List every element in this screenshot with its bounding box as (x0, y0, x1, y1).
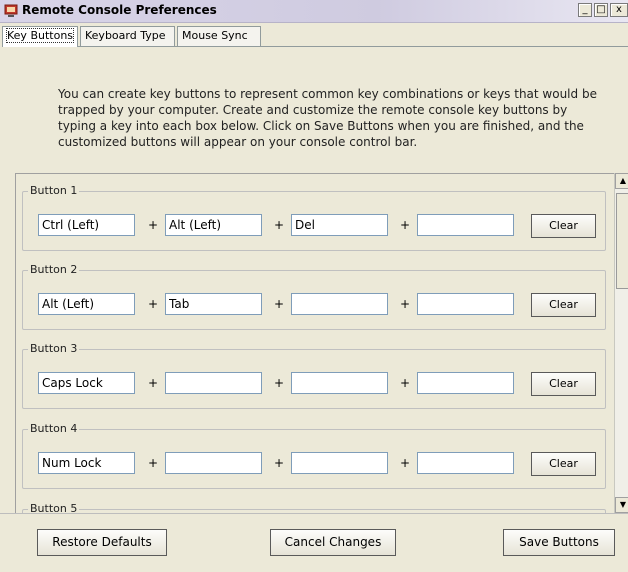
tab-keyboard-type[interactable]: Keyboard Type (80, 26, 175, 46)
app-icon (4, 4, 18, 17)
key-field-4[interactable] (417, 372, 514, 394)
group-label: Button 1 (28, 184, 80, 197)
plus-sign: + (147, 376, 159, 390)
tab-mouse-sync[interactable]: Mouse Sync (177, 26, 261, 46)
maximize-icon: □ (596, 4, 606, 15)
plus-sign: + (273, 297, 285, 311)
tab-label: Key Buttons (5, 28, 75, 43)
title-bar[interactable]: Remote Console Preferences _ □ x (0, 0, 628, 23)
vertical-scrollbar[interactable]: ▲ ▼ (614, 173, 628, 513)
scroll-down-icon[interactable]: ▼ (615, 497, 628, 513)
key-field-4[interactable] (417, 293, 514, 315)
plus-sign: + (147, 456, 159, 470)
restore-defaults-button[interactable]: Restore Defaults (37, 529, 167, 556)
tab-key-buttons[interactable]: Key Buttons (2, 26, 78, 47)
save-buttons-button[interactable]: Save Buttons (503, 529, 615, 556)
clear-button[interactable]: Clear (531, 372, 596, 396)
maximize-button[interactable]: □ (594, 3, 608, 17)
scroll-up-icon[interactable]: ▲ (615, 173, 628, 189)
button-group-3: Button 3 + + + Clear (22, 342, 606, 409)
key-field-1[interactable] (38, 214, 135, 236)
plus-sign: + (147, 218, 159, 232)
close-icon: x (616, 4, 622, 15)
plus-sign: + (147, 297, 159, 311)
key-field-3[interactable] (291, 293, 388, 315)
plus-sign: + (399, 218, 411, 232)
key-field-2[interactable] (165, 214, 262, 236)
button-group-2: Button 2 + + + Clear (22, 263, 606, 330)
cancel-changes-button[interactable]: Cancel Changes (270, 529, 396, 556)
key-field-4[interactable] (417, 214, 514, 236)
clear-button[interactable]: Clear (531, 452, 596, 476)
key-field-3[interactable] (291, 214, 388, 236)
tab-label: Keyboard Type (85, 29, 166, 42)
key-field-1[interactable] (38, 452, 135, 474)
clear-button[interactable]: Clear (531, 214, 596, 238)
preferences-window: Remote Console Preferences _ □ x Key But… (0, 0, 628, 572)
plus-sign: + (399, 376, 411, 390)
window-title: Remote Console Preferences (22, 3, 217, 17)
group-label: Button 2 (28, 263, 80, 276)
plus-sign: + (273, 456, 285, 470)
button-group-4: Button 4 + + + Clear (22, 422, 606, 489)
key-field-1[interactable] (38, 372, 135, 394)
plus-sign: + (273, 218, 285, 232)
key-field-2[interactable] (165, 293, 262, 315)
clear-button[interactable]: Clear (531, 293, 596, 317)
tab-label: Mouse Sync (182, 29, 248, 42)
key-field-3[interactable] (291, 372, 388, 394)
plus-sign: + (273, 376, 285, 390)
minimize-icon: _ (582, 4, 588, 15)
close-button[interactable]: x (610, 3, 628, 17)
key-field-3[interactable] (291, 452, 388, 474)
scroll-thumb[interactable] (616, 193, 628, 289)
plus-sign: + (399, 456, 411, 470)
footer-bar: Restore Defaults Cancel Changes Save But… (0, 513, 628, 572)
button-group-1: Button 1 + + + Clear (22, 184, 606, 251)
key-field-2[interactable] (165, 452, 262, 474)
key-field-1[interactable] (38, 293, 135, 315)
group-label: Button 3 (28, 342, 80, 355)
key-buttons-list: Button 1 + + + Clear Button 2 + + + Clea… (15, 173, 617, 515)
intro-text: You can create key buttons to represent … (58, 87, 597, 149)
minimize-button[interactable]: _ (578, 3, 592, 17)
key-field-4[interactable] (417, 452, 514, 474)
plus-sign: + (399, 297, 411, 311)
group-label: Button 4 (28, 422, 80, 435)
key-field-2[interactable] (165, 372, 262, 394)
